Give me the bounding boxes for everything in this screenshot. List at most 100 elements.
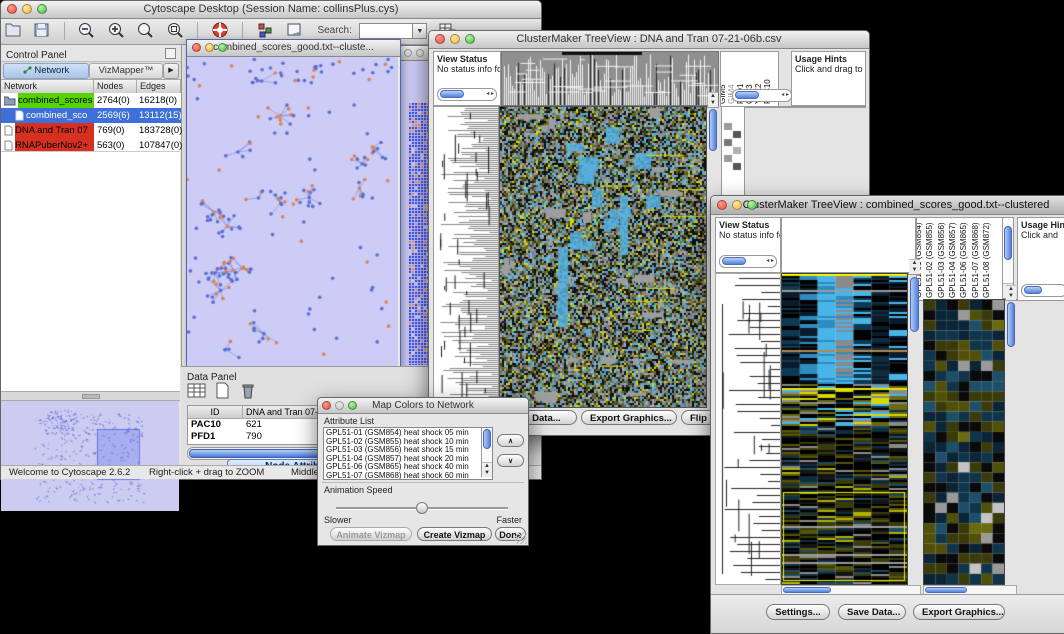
close-icon[interactable] (717, 200, 727, 210)
tv1-title: ClusterMaker TreeView : DNA and Tran 07-… (516, 33, 781, 45)
animate-vizmap-button[interactable]: Animate Vizmap (330, 527, 412, 541)
network-row[interactable]: combined_scores 2764(0) 16218(0) (1, 93, 181, 108)
tv2-zoom-vscrollbar[interactable]: ▲▼ (1005, 299, 1017, 301)
move-down-button[interactable]: ∨ (497, 454, 524, 467)
tv2-titlebar[interactable]: ClusterMaker TreeView : combined_scores_… (711, 196, 1064, 215)
toolbar-separator (64, 22, 65, 40)
dialog-title: Map Colors to Network (372, 400, 474, 411)
delete-attribute-icon[interactable] (240, 382, 256, 404)
slider-thumb[interactable] (416, 502, 428, 514)
zoom-out-icon[interactable] (77, 21, 96, 44)
move-up-button[interactable]: ∧ (497, 434, 524, 447)
resize-grip[interactable] (515, 532, 527, 544)
status-welcome: Welcome to Cytoscape 2.6.2 (9, 466, 130, 479)
data-cell[interactable]: PFD1 (191, 431, 215, 443)
zoom-in-icon[interactable] (107, 21, 126, 44)
minimize-icon[interactable] (335, 401, 344, 410)
minimize-icon[interactable] (450, 34, 460, 44)
close-icon[interactable] (404, 49, 412, 57)
tab-network[interactable]: Network (3, 63, 89, 79)
main-titlebar[interactable]: Cytoscape Desktop (Session Name: collins… (1, 1, 541, 19)
data-cell[interactable]: PAC10 (191, 419, 221, 431)
tv2-column-label[interactable]: GPL51-07 (GSM868) (971, 222, 980, 298)
zoom-icon[interactable] (348, 401, 357, 410)
search-dropdown-icon[interactable]: ▼ (412, 23, 427, 39)
export-graphics-button[interactable]: Export Graphics... (581, 410, 677, 425)
tv2-column-labels: GPL51-01 (GSM854)GPL51-02 (GSM855)GPL51-… (916, 217, 1003, 301)
zoom-icon[interactable] (218, 43, 227, 52)
close-icon[interactable] (435, 34, 445, 44)
minimize-icon[interactable] (205, 43, 214, 52)
data-cell[interactable]: 621 (246, 419, 262, 431)
dialog-titlebar[interactable]: Map Colors to Network (318, 398, 528, 414)
network-window-1: combined_scores_good.txt--cluste... (186, 39, 401, 369)
tv2-view-status: View Status No status info for ◂ ▸ (715, 217, 781, 273)
slower-label: Slower (324, 515, 352, 525)
col-header-nodes[interactable]: Nodes (94, 80, 137, 93)
tv1-heatmap-vscrollbar[interactable]: ▲▼ (707, 106, 719, 108)
tv2-column-label[interactable]: GPL51-03 (GSM856) (937, 222, 946, 298)
col-header-edges[interactable]: Edges (137, 80, 181, 93)
toolbar-separator (242, 22, 243, 40)
settings-button[interactable]: Settings... (766, 604, 830, 620)
network-view-canvas[interactable] (187, 57, 398, 367)
network-window-1-title: combined_scores_good.txt--cluste... (213, 42, 374, 53)
tv2-global-heatmap[interactable] (781, 273, 908, 585)
tv1-titlebar[interactable]: ClusterMaker TreeView : DNA and Tran 07-… (429, 31, 869, 49)
minimize-icon[interactable] (22, 4, 32, 14)
open-file-icon[interactable] (4, 21, 23, 44)
new-attribute-icon[interactable] (215, 382, 231, 404)
birds-eye-view[interactable] (1, 401, 179, 511)
tv2-status-scrollbar[interactable]: ◂ ▸ (719, 255, 777, 268)
tv1-column-label[interactable]: GIM5 (720, 84, 727, 104)
attribute-list[interactable]: GPL51-01 (GSM854) heat shock 05 minGPL51… (323, 427, 493, 480)
zoom-icon[interactable] (465, 34, 475, 44)
tv2-hints-scrollbar[interactable] (1021, 284, 1064, 297)
tv1-status-scrollbar[interactable]: ◂ ▸ (437, 88, 497, 101)
tab-scroll-right-icon[interactable]: ▶ (163, 63, 179, 79)
save-icon[interactable] (33, 21, 51, 44)
tv2-row-dendrogram[interactable] (715, 273, 781, 585)
network-row[interactable]: combined_sco 2569(6) 13112(15) (1, 108, 181, 123)
tv2-column-label[interactable]: GPL51-06 (GSM865) (959, 222, 968, 298)
tv2-column-label[interactable]: GPL51-08 (GSM872) (982, 222, 991, 298)
tv1-row-dendrogram[interactable] (433, 106, 499, 408)
zoom-fit-icon[interactable] (136, 21, 155, 44)
tv2-column-label[interactable]: GPL51-02 (GSM855) (925, 222, 934, 298)
tab-vizmapper[interactable]: VizMapper™ (89, 63, 163, 79)
zoom-selected-icon[interactable] (166, 21, 185, 44)
status-zoom-hint: Right-click + drag to ZOOM (149, 466, 264, 479)
data-col-id[interactable]: ID (188, 406, 243, 418)
minimize-icon[interactable] (416, 49, 424, 57)
data-cell[interactable]: 790 (246, 431, 262, 443)
tv1-zoom-scrollbar[interactable]: ◂ ▸ (732, 89, 792, 102)
toolbar-separator (197, 22, 198, 40)
save-data-button[interactable]: Save Data... (838, 604, 906, 620)
tv2-zoom-heatmap[interactable] (923, 299, 1005, 585)
main-window-title: Cytoscape Desktop (Session Name: collins… (144, 3, 399, 15)
zoom-icon[interactable] (37, 4, 47, 14)
minimize-icon[interactable] (732, 200, 742, 210)
network-window-1-titlebar[interactable]: combined_scores_good.txt--cluste... (187, 40, 400, 57)
animation-speed-label: Animation Speed (324, 485, 393, 495)
export-graphics-button[interactable]: Export Graphics... (913, 604, 1005, 620)
tv1-column-dendrogram[interactable] (501, 51, 719, 106)
create-vizmap-button[interactable]: Create Vizmap (417, 527, 492, 541)
float-panel-icon[interactable] (165, 48, 176, 59)
network-row[interactable]: DNA and Tran 07 769(0) 183728(0) (1, 123, 181, 138)
tv2-column-label[interactable]: GPL51-04 (GSM857) (948, 222, 957, 298)
close-icon[interactable] (7, 4, 17, 14)
zoom-icon[interactable] (747, 200, 757, 210)
animation-speed-slider[interactable] (336, 502, 508, 514)
col-header-network[interactable]: Network (1, 80, 94, 93)
panel-splitter[interactable] (1, 391, 180, 401)
attribute-list-item[interactable]: GPL51-07 (GSM868) heat shock 60 min (324, 472, 480, 480)
tv1-usage-hints: Usage Hints Click and drag to (791, 51, 866, 106)
network-tree-empty (1, 151, 180, 392)
map-colors-dialog: Map Colors to Network Attribute List GPL… (317, 397, 529, 546)
close-icon[interactable] (322, 401, 331, 410)
table-icon[interactable] (187, 382, 207, 404)
tv1-global-heatmap[interactable] (499, 106, 707, 408)
tv2-heatmap-vscrollbar[interactable]: ▲▼ (908, 273, 921, 275)
close-icon[interactable] (192, 43, 201, 52)
